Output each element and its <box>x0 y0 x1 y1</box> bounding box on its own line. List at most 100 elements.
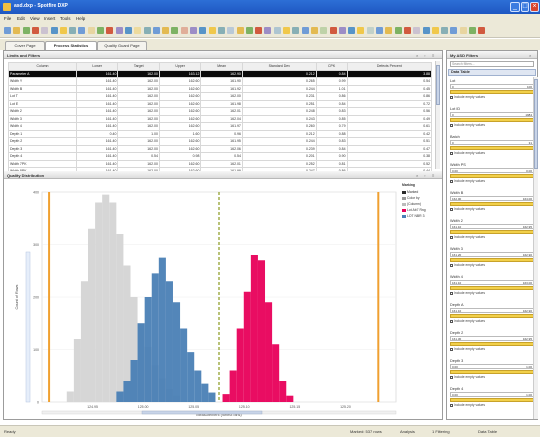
toolbar-button-icon[interactable] <box>301 27 309 34</box>
histogram-bar[interactable] <box>102 194 110 402</box>
filter-range-values[interactable]: 0 100 <box>450 84 534 89</box>
toolbar-button-icon[interactable] <box>459 27 467 34</box>
include-empty-checkbox[interactable]: Include empty values <box>450 151 485 155</box>
checkbox-icon[interactable] <box>450 263 453 267</box>
status-analysis[interactable]: Analysis <box>400 429 415 434</box>
histogram-bar[interactable] <box>137 323 145 402</box>
checkbox-icon[interactable] <box>450 151 453 155</box>
filter-range-values[interactable]: 162.00 164.00 <box>450 196 534 201</box>
filter-search-input[interactable]: Search filters... <box>450 61 534 67</box>
toolbar-button-icon[interactable] <box>348 27 356 34</box>
tab-process-statistics[interactable]: Process Statistics <box>45 41 97 50</box>
filter-range-values[interactable]: 0.00 1.00 <box>450 392 534 397</box>
filter-range-values[interactable]: 0 1984 <box>450 112 534 117</box>
range-slider[interactable] <box>450 258 534 262</box>
menu-file[interactable]: File <box>4 16 11 21</box>
toolbar-button-icon[interactable] <box>115 27 123 34</box>
include-empty-checkbox[interactable]: Include empty values <box>450 263 485 267</box>
toolbar-button-icon[interactable] <box>50 27 58 34</box>
menu-help[interactable]: Help <box>76 16 85 21</box>
close-button[interactable]: × <box>530 2 539 12</box>
panel-close-icon[interactable]: × <box>416 53 418 58</box>
toolbar-button-icon[interactable] <box>134 27 142 34</box>
table-row[interactable]: Parameter A 161.40 162.00 163.12 162.90 0.212… <box>8 69 433 78</box>
include-empty-checkbox[interactable]: Include empty values <box>450 95 485 99</box>
histogram-bar[interactable] <box>229 370 237 403</box>
range-slider[interactable] <box>450 230 534 234</box>
table-row[interactable]: Width 4 161.40 162.00 162.60 161.97 0.260 0.79… <box>8 122 433 131</box>
range-slider[interactable] <box>450 90 534 94</box>
histogram-chart[interactable]: 0 100 200 300 400 124.95 125.00 125.05 125.10 125… <box>4 180 442 419</box>
histogram-bar[interactable] <box>80 281 89 402</box>
range-slider[interactable] <box>450 118 534 122</box>
range-slider[interactable] <box>450 174 534 178</box>
legend-item-color-by[interactable]: Color by <box>402 196 420 200</box>
histogram-bar[interactable] <box>243 291 251 402</box>
menu-edit[interactable]: Edit <box>17 16 25 21</box>
histogram-bar[interactable] <box>144 297 152 402</box>
toolbar-button-icon[interactable] <box>264 27 272 34</box>
toolbar-button-icon[interactable] <box>171 27 179 34</box>
menu-view[interactable]: View <box>30 16 40 21</box>
table-row[interactable]: Depth 2 161.40 162.00 162.60 161.95 0.244 0.83… <box>8 137 433 146</box>
filter-range-values[interactable]: 161.10 162.90 <box>450 308 534 313</box>
toolbar-button-icon[interactable] <box>199 27 207 34</box>
checkbox-icon[interactable] <box>450 95 453 99</box>
histogram-bar[interactable] <box>73 339 81 402</box>
checkbox-icon[interactable] <box>450 347 453 351</box>
histogram-bar[interactable] <box>123 381 131 402</box>
histogram-bar[interactable] <box>236 328 244 403</box>
toolbar-button-icon[interactable] <box>394 27 402 34</box>
table-row[interactable]: Lot E 161.40 162.00 162.60 161.98 0.251 0.84 0.… <box>8 99 433 108</box>
toolbar-button-icon[interactable] <box>78 27 86 34</box>
histogram-bar[interactable] <box>208 392 216 402</box>
toolbar-button-icon[interactable] <box>403 27 411 34</box>
range-slider[interactable] <box>450 146 534 150</box>
column-header[interactable]: Defects Percent <box>346 62 433 71</box>
toolbar-button-icon[interactable] <box>97 27 104 34</box>
toolbar-button-icon[interactable] <box>283 27 290 34</box>
filter-range-values[interactable]: 161.10 163.00 <box>450 280 534 285</box>
toolbar-button-icon[interactable] <box>13 27 21 34</box>
toolbar-button-icon[interactable] <box>227 27 235 34</box>
toolbar-button-icon[interactable] <box>152 27 160 34</box>
table-row[interactable]: Width 3 161.40 162.00 162.60 162.04 0.243 0.85… <box>8 114 433 123</box>
column-header[interactable]: Target <box>117 62 160 71</box>
filter-range-values[interactable]: 0 31 <box>450 140 534 145</box>
column-header[interactable]: Lower <box>75 62 119 71</box>
toolbar-button-icon[interactable] <box>162 27 170 34</box>
column-header[interactable]: Column <box>8 62 77 71</box>
checkbox-icon[interactable] <box>450 375 453 379</box>
toolbar-button-icon[interactable] <box>143 27 151 34</box>
toolbar-button-icon[interactable] <box>208 27 216 34</box>
toolbar-button-icon[interactable] <box>87 27 95 34</box>
checkbox-icon[interactable] <box>450 179 453 183</box>
histogram-bar[interactable] <box>116 391 124 403</box>
histogram-bar[interactable] <box>109 202 117 403</box>
histogram-bar[interactable] <box>187 352 195 402</box>
toolbar-button-icon[interactable] <box>310 27 318 34</box>
panel-maximize-icon[interactable]: ▫ <box>424 53 425 58</box>
range-slider[interactable] <box>450 202 534 206</box>
toolbar-button-icon[interactable] <box>376 27 383 34</box>
toolbar-button-icon[interactable] <box>385 27 393 34</box>
histogram-bar[interactable] <box>165 281 173 402</box>
table-scrollbar[interactable] <box>435 61 440 169</box>
status-filtering[interactable]: 1 Filtering <box>432 429 450 434</box>
include-empty-checkbox[interactable]: Include empty values <box>450 179 485 183</box>
histogram-bar[interactable] <box>194 370 202 403</box>
toolbar-button-icon[interactable] <box>357 27 365 34</box>
column-header[interactable]: Standard Dev <box>241 62 317 71</box>
table-scroll-thumb[interactable] <box>436 65 440 105</box>
filters-scroll-thumb[interactable] <box>534 79 538 169</box>
include-empty-checkbox[interactable]: Include empty values <box>450 207 485 211</box>
x-scroll-thumb[interactable] <box>141 410 263 415</box>
legend-item-column[interactable]: (Column) <box>402 202 421 206</box>
legend-item-pink[interactable]: Lot Ab7 Rng <box>402 208 426 212</box>
tab-quality-guard-page[interactable]: Quality Guard Page <box>97 41 147 50</box>
menu-insert[interactable]: Insert <box>44 16 55 21</box>
toolbar-button-icon[interactable] <box>106 27 114 34</box>
table-row[interactable]: Width 7PK 161.40 162.00 162.60 162.01 0.252 0.… <box>8 159 433 168</box>
filter-range-values[interactable]: 161.10 162.95 <box>450 224 534 229</box>
histogram-bar[interactable] <box>116 234 124 402</box>
